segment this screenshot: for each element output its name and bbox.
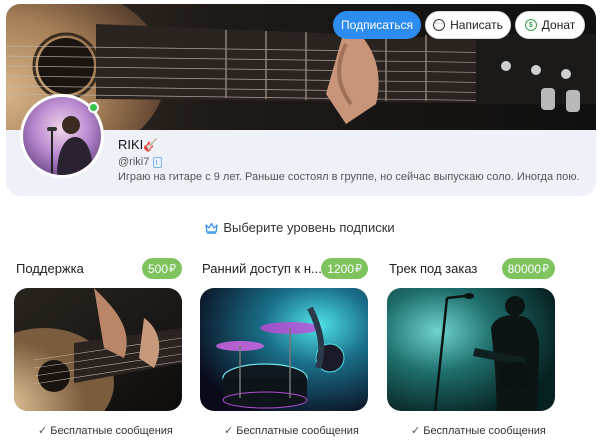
profile-handle-text: @riki7 xyxy=(118,156,150,168)
tier-feature-text: Бесплатные сообщения xyxy=(423,424,546,437)
profile-card: Подписаться ··· Написать $ Донат RIKI🎸 @… xyxy=(6,4,596,196)
tier-card-support[interactable]: Поддержка 500 ₽ ✓ Бесплатные сообщения xyxy=(14,258,182,445)
tier-price: 500 xyxy=(147,261,168,276)
donate-icon: $ xyxy=(524,19,537,31)
tier-currency: ₽ xyxy=(355,263,362,275)
tier-feature-text: Бесплатные сообщения xyxy=(50,424,173,437)
tier-currency: ₽ xyxy=(542,263,549,275)
message-button[interactable]: ··· Написать xyxy=(425,11,511,39)
tier-name: Поддержка xyxy=(16,261,84,276)
subscribe-button[interactable]: Подписаться xyxy=(333,11,421,39)
online-indicator xyxy=(88,102,99,113)
tiers-section-title: Выберите уровень подписки xyxy=(0,220,600,235)
check-icon: ✓ xyxy=(224,425,234,437)
tier-feature: ✓ Бесплатные сообщения xyxy=(411,424,546,438)
tier-price-badge: 500 ₽ xyxy=(141,258,182,279)
tier-price-badge: 80000 ₽ xyxy=(501,258,555,279)
tier-feature-text: Бесплатные сообщения xyxy=(236,424,359,437)
check-icon: ✓ xyxy=(38,425,48,437)
check-icon: ✓ xyxy=(411,425,421,437)
tier-feature: ✓ Бесплатные сообщения xyxy=(224,424,359,438)
subscribe-button-label: Подписаться xyxy=(341,18,413,32)
tier-card-custom-track[interactable]: Трек под заказ 80000 ₽ ✓ Бесплатные сообщ… xyxy=(387,258,555,445)
crown-icon xyxy=(205,222,218,234)
donate-button[interactable]: $ Донат xyxy=(515,11,585,39)
profile-handle: @riki7 xyxy=(118,156,163,168)
tier-price-badge: 1200 ₽ xyxy=(321,258,368,279)
profile-name-text: RIKI xyxy=(118,137,144,152)
tier-currency: ₽ xyxy=(169,263,176,275)
tier-image xyxy=(14,288,182,411)
tier-price: 80000 xyxy=(507,261,541,276)
message-icon: ··· xyxy=(433,19,446,31)
tier-image xyxy=(387,288,555,411)
profile-name: RIKI🎸 xyxy=(118,137,158,152)
tiers-section-title-text: Выберите уровень подписки xyxy=(223,220,395,235)
profile-bio: Играю на гитаре с 9 лет. Раньше состоял … xyxy=(118,171,580,183)
tier-price: 1200 xyxy=(327,261,354,276)
tier-name: Трек под заказ xyxy=(389,261,478,276)
tier-image xyxy=(200,288,368,411)
telegram-icon[interactable] xyxy=(153,156,163,168)
message-button-label: Написать xyxy=(450,18,503,32)
tier-card-early-access[interactable]: Ранний доступ к н... 1200 ₽ ✓ Бесплатные… xyxy=(200,258,368,445)
tier-name: Ранний доступ к н... xyxy=(202,261,322,276)
donate-button-label: Донат xyxy=(541,18,576,32)
tier-feature: ✓ Бесплатные сообщения xyxy=(38,424,173,438)
guitar-emoji: 🎸 xyxy=(143,138,159,152)
